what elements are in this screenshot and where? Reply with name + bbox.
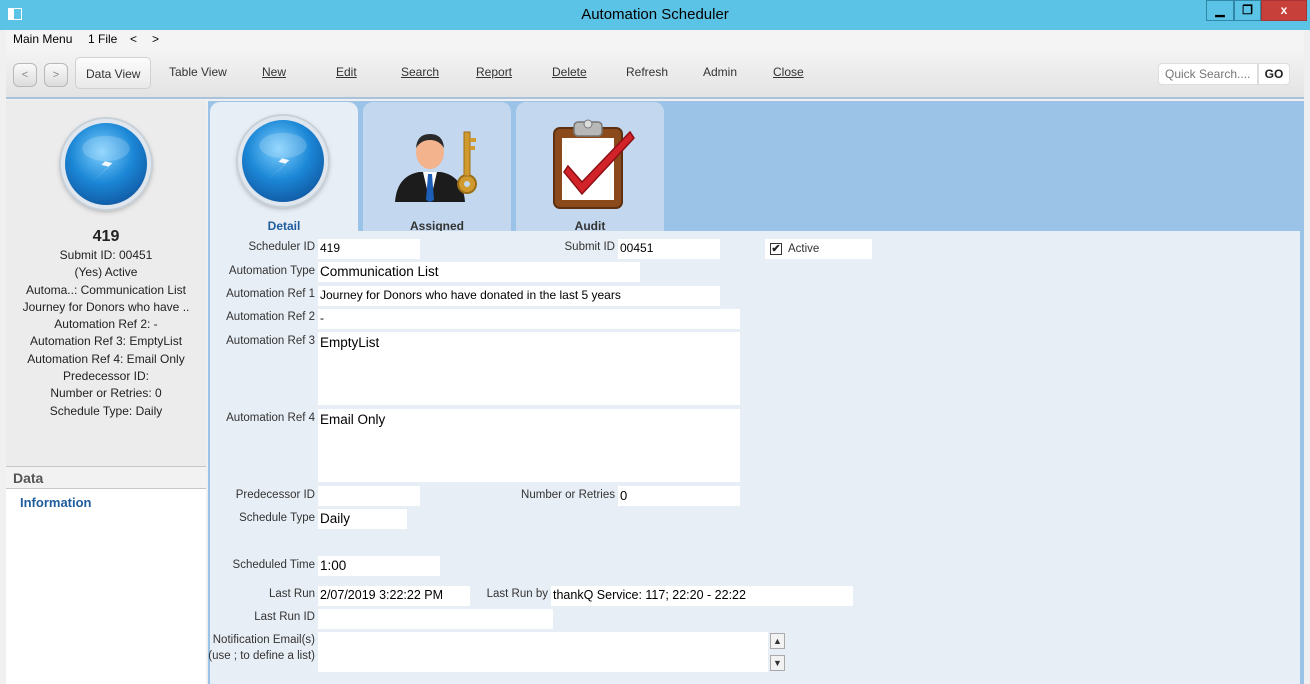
notification-email-label: Notification Email(s) bbox=[212, 634, 315, 646]
automation-orb-icon bbox=[61, 119, 151, 209]
active-checkbox[interactable]: ✔ bbox=[770, 243, 782, 255]
last-run-field[interactable]: 2/07/2019 3:22:22 PM bbox=[318, 586, 470, 606]
predecessor-id-label: Predecessor ID bbox=[235, 489, 315, 501]
summary-list: Submit ID: 00451 (Yes) Active Automa..: … bbox=[6, 247, 206, 420]
clipboard-check-icon bbox=[553, 119, 635, 209]
maximize-button[interactable]: ❐ bbox=[1234, 0, 1261, 21]
record-id: 419 bbox=[92, 228, 120, 245]
menu-file[interactable]: 1 File bbox=[88, 32, 117, 46]
search-button[interactable]: Search bbox=[401, 65, 439, 79]
summary-line: Automa..: Communication List bbox=[25, 282, 187, 297]
summary-line: Number or Retries: 0 bbox=[50, 386, 162, 401]
automation-ref1-label: Automation Ref 1 bbox=[226, 288, 315, 300]
scheduler-id-field[interactable]: 419 bbox=[318, 239, 420, 259]
tab-assigned[interactable]: Assigned bbox=[363, 102, 511, 233]
quick-search-input[interactable] bbox=[1158, 63, 1258, 85]
last-run-by-field[interactable]: thankQ Service: 117; 22:20 - 22:22 bbox=[551, 586, 853, 606]
automation-ref2-label: Automation Ref 2 bbox=[226, 311, 315, 323]
scheduled-time-label: Scheduled Time bbox=[232, 559, 315, 571]
number-retries-field[interactable]: 0 bbox=[618, 486, 740, 506]
main-area: Detail Assigned Audit Scheduler ID 419 S… bbox=[208, 101, 1304, 684]
automation-ref3-field[interactable]: EmptyList bbox=[318, 332, 740, 405]
automation-ref3-label: Automation Ref 3 bbox=[226, 335, 315, 347]
close-button[interactable]: Close bbox=[773, 65, 804, 79]
summary-line: Predecessor ID: bbox=[62, 369, 150, 384]
scroll-up-button[interactable]: ▲ bbox=[770, 633, 785, 649]
lightning-icon bbox=[82, 135, 130, 184]
active-label: Active bbox=[788, 243, 820, 255]
data-view-button[interactable]: Data View bbox=[75, 57, 152, 89]
summary-line: Automation Ref 4: Email Only bbox=[27, 351, 185, 366]
menu-bar: Main Menu 1 File < > bbox=[6, 30, 1304, 49]
notification-hint-label: (use ; to define a list) bbox=[208, 650, 315, 662]
prev-record-button[interactable]: < bbox=[13, 63, 37, 87]
automation-type-label: Automation Type bbox=[228, 265, 315, 277]
automation-ref4-field[interactable]: Email Only bbox=[318, 409, 740, 482]
menu-forward[interactable]: > bbox=[152, 32, 159, 46]
table-view-button[interactable]: Table View bbox=[169, 65, 227, 79]
schedule-type-label: Schedule Type bbox=[239, 512, 315, 524]
tab-detail[interactable]: Detail bbox=[210, 102, 358, 233]
last-run-by-label: Last Run by bbox=[486, 588, 548, 600]
refresh-button[interactable]: Refresh bbox=[626, 65, 668, 79]
lightning-icon bbox=[259, 132, 307, 181]
automation-ref1-field[interactable]: Journey for Donors who have donated in t… bbox=[318, 286, 720, 306]
edit-button[interactable]: Edit bbox=[336, 65, 357, 79]
summary-line: Automation Ref 2: - bbox=[54, 317, 158, 332]
automation-ref2-field[interactable]: - bbox=[318, 309, 740, 329]
report-button[interactable]: Report bbox=[476, 65, 512, 79]
title-bar: Automation Scheduler ▁ ❐ x bbox=[0, 0, 1310, 30]
submit-id-field[interactable]: 00451 bbox=[618, 239, 720, 259]
toolbar: < > Data View Table View New Edit Search… bbox=[6, 49, 1304, 99]
summary-line: Schedule Type: Daily bbox=[49, 403, 163, 418]
user-key-icon bbox=[395, 131, 477, 202]
last-run-label: Last Run bbox=[268, 588, 315, 600]
data-section: Information bbox=[6, 489, 206, 684]
automation-orb-icon bbox=[238, 116, 328, 206]
menu-back[interactable]: < bbox=[130, 32, 137, 46]
summary-line: Automation Ref 3: EmptyList bbox=[29, 334, 183, 349]
data-section-header: Data bbox=[6, 466, 206, 489]
new-button[interactable]: New bbox=[262, 65, 286, 79]
menu-main[interactable]: Main Menu bbox=[13, 32, 72, 46]
automation-type-field[interactable]: Communication List bbox=[318, 262, 640, 282]
last-run-id-label: Last Run ID bbox=[254, 611, 315, 623]
summary-line: Submit ID: 00451 bbox=[59, 248, 153, 262]
minimize-button[interactable]: ▁ bbox=[1206, 0, 1234, 21]
admin-button[interactable]: Admin bbox=[703, 65, 737, 79]
next-record-button[interactable]: > bbox=[44, 63, 68, 87]
tab-audit[interactable]: Audit bbox=[516, 102, 664, 233]
scroll-down-button[interactable]: ▼ bbox=[770, 655, 785, 671]
last-run-id-field[interactable] bbox=[318, 609, 553, 629]
automation-ref4-label: Automation Ref 4 bbox=[226, 412, 315, 424]
go-button[interactable]: GO bbox=[1258, 63, 1290, 85]
summary-line: Journey for Donors who have .. bbox=[22, 299, 190, 314]
submit-id-label: Submit ID bbox=[564, 241, 616, 253]
number-retries-label: Number or Retries bbox=[521, 489, 615, 501]
close-window-button[interactable]: x bbox=[1261, 0, 1307, 21]
information-link[interactable]: Information bbox=[20, 495, 92, 510]
record-summary-panel: 419 Submit ID: 00451 (Yes) Active Automa… bbox=[6, 101, 206, 684]
predecessor-id-field[interactable] bbox=[318, 486, 420, 506]
scheduler-id-label: Scheduler ID bbox=[248, 241, 315, 253]
delete-button[interactable]: Delete bbox=[552, 65, 587, 79]
window-title: Automation Scheduler bbox=[581, 6, 729, 23]
summary-line: (Yes) Active bbox=[74, 265, 138, 280]
scheduled-time-field[interactable]: 1:00 bbox=[318, 556, 440, 576]
schedule-type-field[interactable]: Daily bbox=[318, 509, 407, 529]
notification-email-field[interactable] bbox=[318, 632, 768, 672]
detail-form: Scheduler ID 419 Submit ID 00451 ✔ Activ… bbox=[208, 231, 1300, 684]
